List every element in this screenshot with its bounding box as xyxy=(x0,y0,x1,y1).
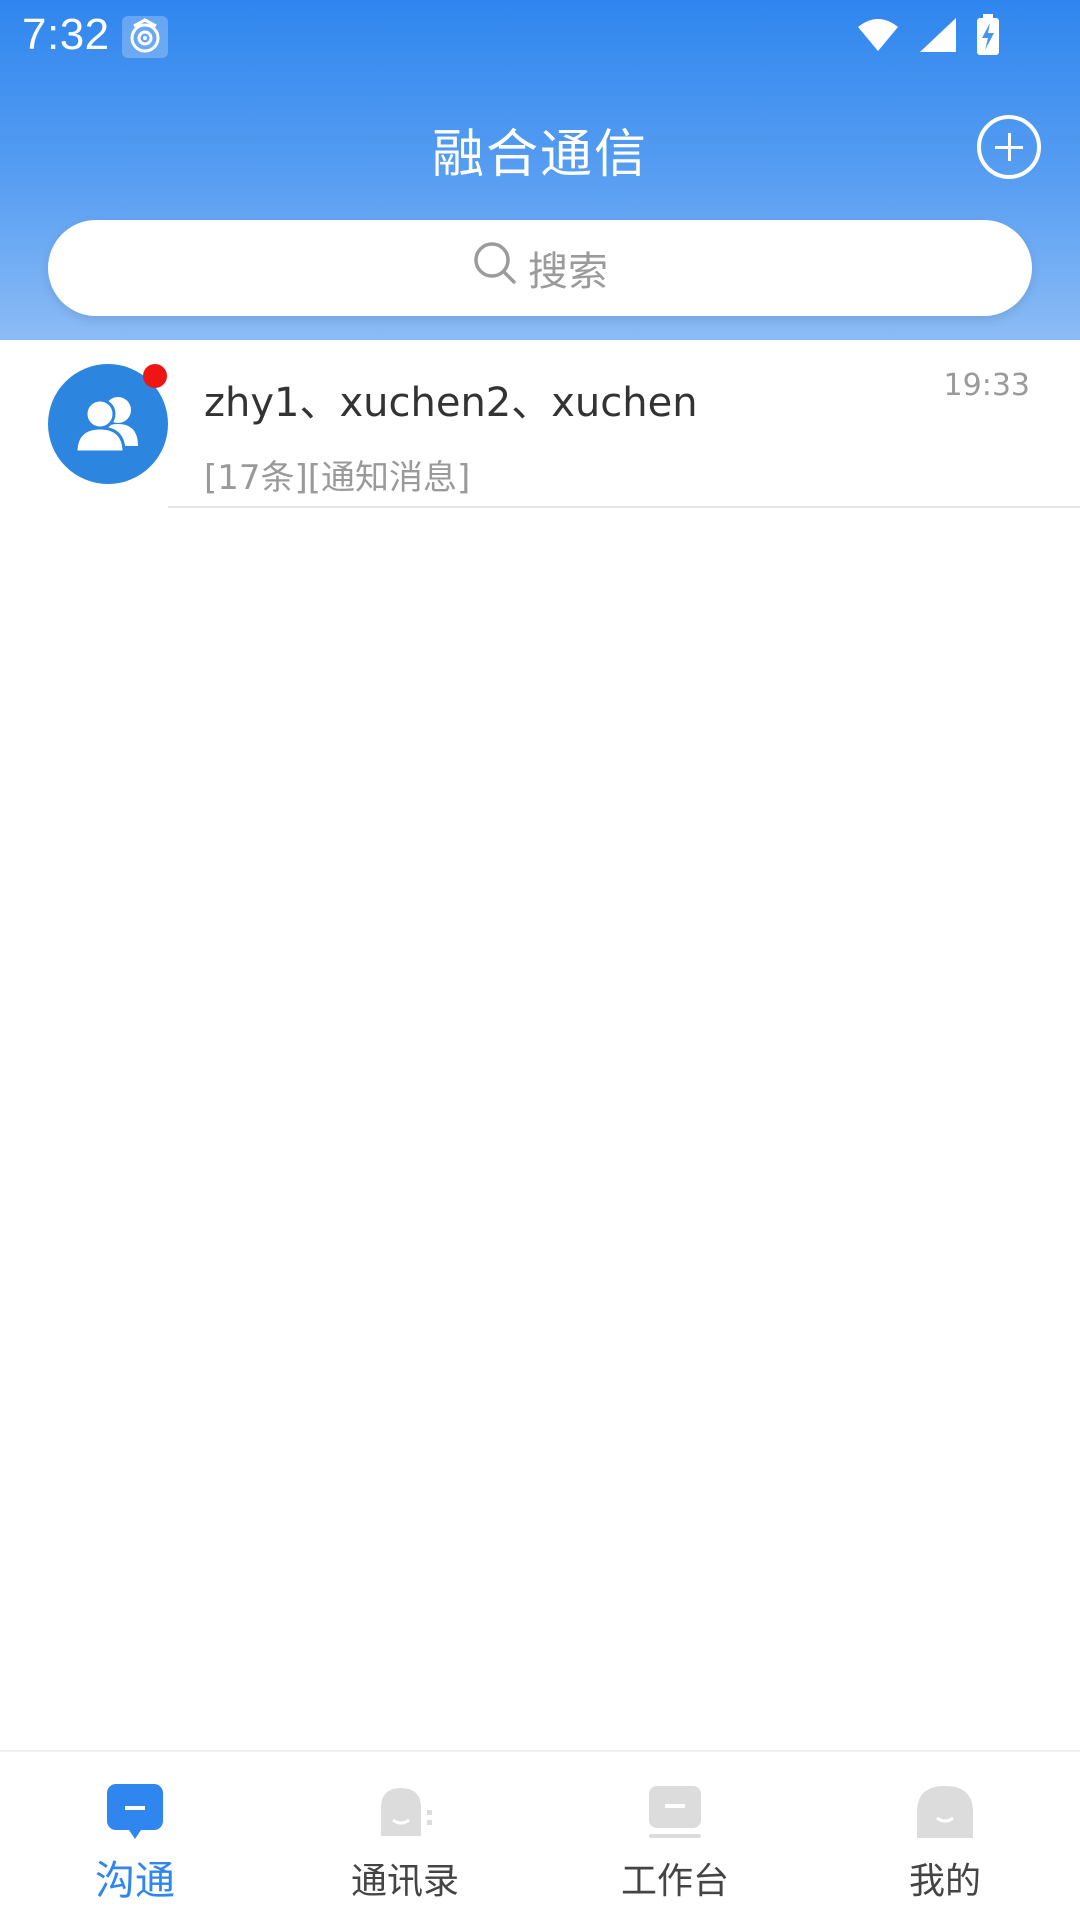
bottom-nav: 沟通 通讯录 工作台 我的 xyxy=(0,1750,1080,1922)
tab-chat-label: 沟通 xyxy=(95,1858,175,1904)
add-button[interactable] xyxy=(977,115,1041,179)
divider xyxy=(168,506,1080,508)
status-bar: 7:32 xyxy=(0,0,1080,74)
unread-badge xyxy=(143,364,167,388)
cellular-signal-icon xyxy=(918,16,958,58)
conversation-preview: [17条][通知消息] xyxy=(204,458,471,498)
conversation-time: 19:33 xyxy=(943,368,1030,403)
workbench-icon xyxy=(645,1782,705,1842)
tab-contacts[interactable]: 通讯录 xyxy=(270,1752,540,1922)
search-placeholder: 搜索 xyxy=(528,249,608,295)
notification-app-icon xyxy=(122,16,168,58)
search-input[interactable]: 搜索 xyxy=(48,220,1032,316)
profile-icon xyxy=(915,1782,975,1842)
wifi-icon xyxy=(856,17,900,57)
tab-workbench[interactable]: 工作台 xyxy=(540,1752,810,1922)
tab-profile[interactable]: 我的 xyxy=(810,1752,1080,1922)
conversation-name: zhy1、xuchen2、xuchen xyxy=(204,380,698,426)
chat-icon xyxy=(105,1782,165,1842)
status-time: 7:32 xyxy=(22,10,110,59)
battery-charging-icon xyxy=(976,14,1000,60)
contacts-icon xyxy=(375,1782,435,1842)
tab-profile-label: 我的 xyxy=(908,1861,981,1902)
tab-workbench-label: 工作台 xyxy=(620,1861,729,1902)
tab-contacts-label: 通讯录 xyxy=(350,1861,459,1902)
page-title: 融合通信 xyxy=(431,125,648,185)
status-right-icons xyxy=(856,14,1000,60)
search-icon xyxy=(472,240,518,296)
tab-chat[interactable]: 沟通 xyxy=(0,1752,270,1922)
conversation-list: zhy1、xuchen2、xuchen [17条][通知消息] 19:33 xyxy=(0,340,1080,508)
conversation-item[interactable]: zhy1、xuchen2、xuchen [17条][通知消息] 19:33 xyxy=(0,340,1080,508)
